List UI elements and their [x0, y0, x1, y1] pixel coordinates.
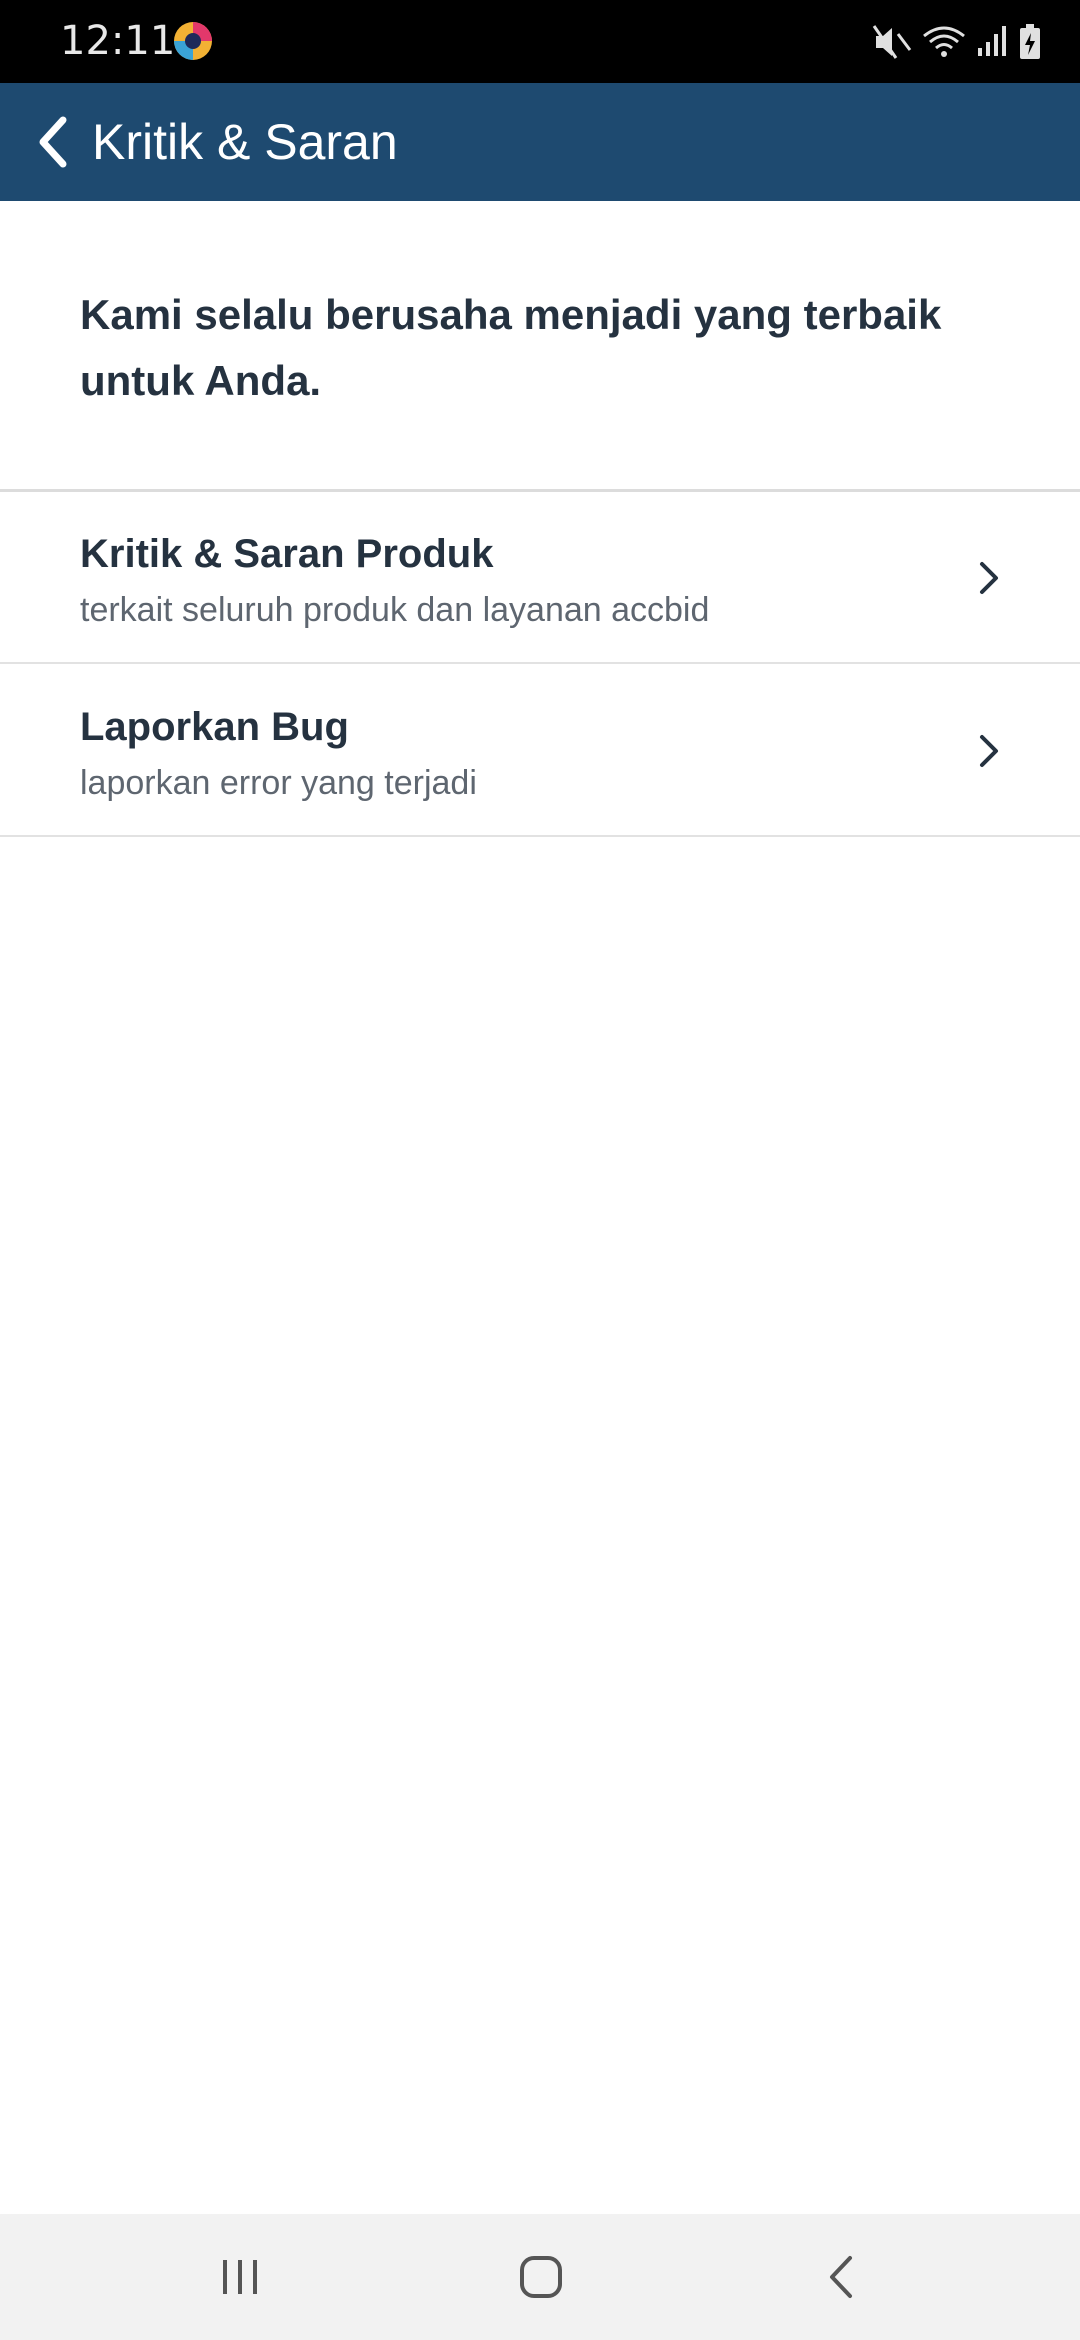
system-nav-bar [0, 2214, 1080, 2340]
status-bar: 12:11 [0, 0, 1080, 83]
back-icon [830, 2256, 852, 2298]
system-back-button[interactable] [808, 2242, 878, 2312]
wifi-icon [922, 24, 966, 60]
battery-icon [1018, 23, 1042, 61]
page-title: Kritik & Saran [92, 114, 398, 170]
menu-item-kritik-saran-produk[interactable]: Kritik & Saran Produk terkait seluruh pr… [0, 492, 1080, 664]
home-icon [520, 2256, 562, 2298]
mute-icon [872, 24, 912, 60]
chevron-right-icon [980, 735, 998, 767]
recent-apps-button[interactable] [205, 2242, 275, 2312]
recent-apps-icon [223, 2260, 257, 2294]
signal-icon [976, 24, 1008, 60]
chevron-right-icon [980, 562, 998, 594]
menu-item-subtitle: terkait seluruh produk dan layanan accbi… [80, 591, 710, 629]
app-notification-icon [172, 20, 214, 62]
menu-item-laporkan-bug[interactable]: Laporkan Bug laporkan error yang terjadi [0, 665, 1080, 837]
app-bar: Kritik & Saran [0, 83, 1080, 201]
menu-item-title: Kritik & Saran Produk [80, 532, 494, 576]
menu-item-subtitle: laporkan error yang terjadi [80, 764, 477, 802]
intro-text: Kami selalu berusaha menjadi yang terbai… [80, 291, 942, 404]
menu-item-title: Laporkan Bug [80, 705, 349, 749]
home-button[interactable] [506, 2242, 576, 2312]
chevron-left-icon [39, 116, 67, 168]
status-time: 12:11 [60, 18, 176, 64]
back-button[interactable] [18, 107, 88, 177]
